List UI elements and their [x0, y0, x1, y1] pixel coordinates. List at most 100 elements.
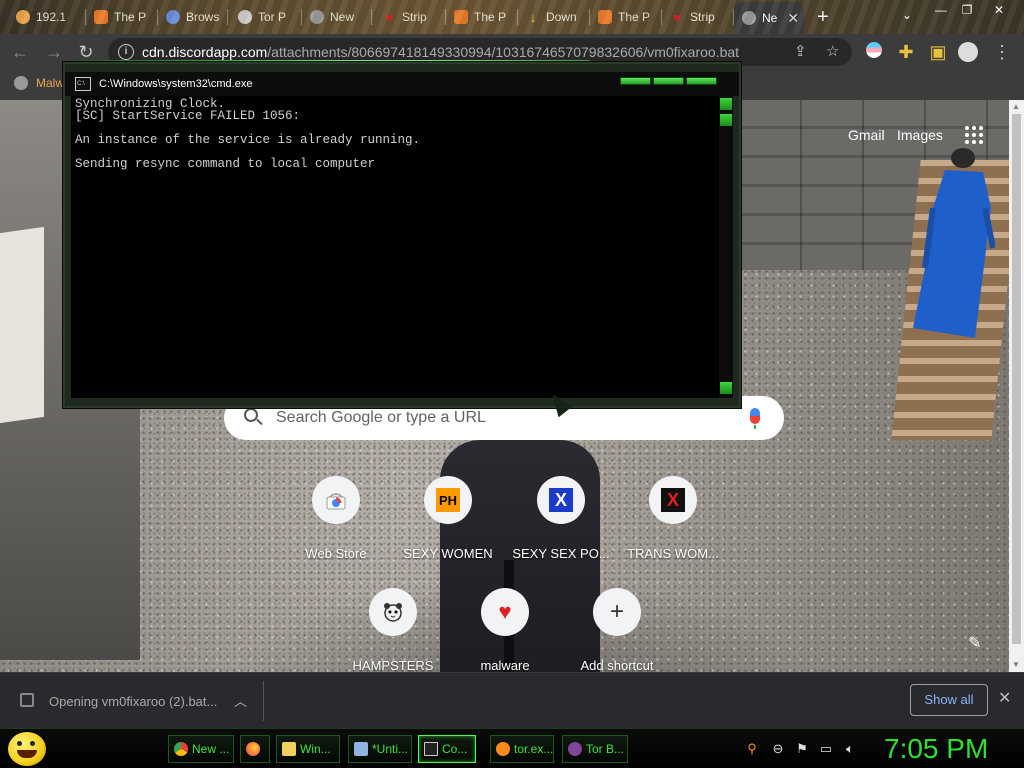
- tray-flag-icon[interactable]: ⚑: [794, 741, 810, 757]
- menu-kebab-icon[interactable]: ⋮: [992, 42, 1012, 62]
- shortcut-trans-wom[interactable]: X TRANS WOM...: [617, 476, 729, 576]
- close-window-icon[interactable]: ✕: [988, 2, 1010, 18]
- shortcut-web-store[interactable]: Web Store: [280, 476, 392, 576]
- tab[interactable]: 192.1: [8, 4, 86, 30]
- forward-arrow-icon[interactable]: →: [44, 42, 64, 62]
- tab[interactable]: The P: [590, 4, 662, 30]
- search-icon: [244, 408, 258, 422]
- minimize-icon[interactable]: —: [930, 2, 952, 18]
- tray-search-icon[interactable]: ⚲: [744, 741, 760, 757]
- tab[interactable]: ↓ Down: [518, 4, 590, 30]
- notepad-icon: [354, 742, 368, 756]
- tab[interactable]: The P: [446, 4, 518, 30]
- x-blue-icon: X: [549, 488, 573, 512]
- close-icon[interactable]: ✕: [998, 688, 1011, 708]
- shortcut-label: TRANS WOM...: [627, 546, 719, 561]
- shortcut-sexy-sex-po[interactable]: X SEXY SEX PO...: [505, 476, 617, 576]
- cmd-console[interactable]: Synchronizing Clock. [SC] StartService FA…: [71, 96, 719, 398]
- extensions-puzzle-icon[interactable]: ✚: [896, 42, 916, 62]
- tray-volume-icon[interactable]: 🔈︎: [842, 741, 858, 757]
- google-apps-icon[interactable]: [965, 126, 983, 144]
- url-text[interactable]: cdn.discordapp.com/attachments/806697418…: [142, 44, 739, 60]
- chevron-up-icon[interactable]: ︿: [234, 691, 247, 710]
- taskbar-button-cmd[interactable]: Co...: [418, 735, 476, 763]
- taskbar-label: Win...: [300, 742, 331, 756]
- cmd-close-button[interactable]: [686, 77, 717, 85]
- scroll-up-icon[interactable]: ▲: [1012, 102, 1020, 111]
- tab[interactable]: New: [302, 4, 372, 30]
- divider: [263, 681, 264, 721]
- shortcut-sexy-women[interactable]: PH SEXY WOMEN: [392, 476, 504, 576]
- tab-label: The P: [474, 10, 507, 24]
- tab-active[interactable]: Ne ✕: [734, 2, 804, 34]
- tab-favicon-icon: [742, 11, 756, 25]
- cmd-maximize-button[interactable]: [653, 77, 684, 85]
- taskbar-button-tor-browser[interactable]: Tor B...: [562, 735, 628, 763]
- search-input[interactable]: Search Google or type a URL: [276, 409, 486, 427]
- cmd-output: Synchronizing Clock. [SC] StartService FA…: [75, 98, 420, 171]
- tab-label: The P: [114, 10, 147, 24]
- cmd-scrollbar[interactable]: [719, 96, 733, 398]
- tray-network-icon[interactable]: ▭: [818, 741, 834, 757]
- background-dress: [913, 148, 995, 338]
- cmd-scroll-thumb[interactable]: [720, 114, 732, 126]
- reload-icon[interactable]: ↻: [76, 42, 96, 62]
- shortcut-label: Add shortcut: [580, 658, 654, 672]
- taskbar-button-chrome[interactable]: New ...: [168, 735, 234, 763]
- shortcut-label: HAMPSTERS: [352, 658, 434, 672]
- microphone-icon[interactable]: [750, 408, 760, 429]
- ph-icon: PH: [436, 488, 460, 512]
- tray-minus-icon[interactable]: ⊖: [770, 741, 786, 757]
- hamster-icon: [381, 600, 405, 624]
- tab[interactable]: Brows: [158, 4, 228, 30]
- cmd-window[interactable]: C:\ C:\Windows\system32\cmd.exe Synchron…: [63, 62, 741, 408]
- tab-favicon-icon: [94, 10, 108, 24]
- sidebar-icon[interactable]: ▣: [928, 42, 948, 62]
- site-info-icon[interactable]: i: [118, 44, 134, 60]
- bookmark-star-icon[interactable]: ☆: [826, 42, 839, 60]
- chrome-icon: [174, 742, 188, 756]
- tab[interactable]: ♥ Strip: [374, 4, 446, 30]
- images-link[interactable]: Images: [897, 127, 943, 143]
- bookmark-item[interactable]: Malw: [14, 76, 64, 90]
- show-all-button[interactable]: Show all: [910, 684, 988, 716]
- globe-icon: [14, 76, 28, 90]
- profile-avatar-icon[interactable]: [958, 42, 978, 62]
- taskbar-label: [264, 742, 267, 756]
- download-item-label[interactable]: Opening vm0fixaroo (2).bat...: [49, 694, 217, 709]
- taskbar-button-explorer[interactable]: Win...: [276, 735, 340, 763]
- share-icon[interactable]: ⇪: [794, 42, 807, 60]
- tab-search-chevron-icon[interactable]: ⌄: [902, 8, 912, 22]
- heart-icon: ♥: [385, 9, 393, 25]
- cmd-minimize-button[interactable]: [620, 77, 651, 85]
- shortcut-label: SEXY SEX PO...: [512, 546, 610, 561]
- cmd-window-icon: C:\: [75, 77, 91, 91]
- tab[interactable]: Tor P: [230, 4, 302, 30]
- restore-icon[interactable]: ❐: [956, 2, 978, 18]
- scroll-thumb[interactable]: [1012, 114, 1021, 644]
- taskbar-button-tor-exe[interactable]: tor.ex...: [490, 735, 554, 763]
- close-tab-icon[interactable]: ✕: [787, 10, 799, 27]
- cmd-title-bar[interactable]: C:\ C:\Windows\system32\cmd.exe: [65, 72, 739, 96]
- taskbar-label: tor.ex...: [514, 742, 554, 756]
- taskbar-button-notepad[interactable]: *Unti...: [348, 735, 412, 763]
- taskbar-clock[interactable]: 7:05 PM: [884, 733, 988, 765]
- download-shelf: Opening vm0fixaroo (2).bat... ︿ Show all…: [0, 672, 1024, 728]
- shortcut-add[interactable]: + Add shortcut: [561, 588, 673, 672]
- back-arrow-icon[interactable]: ←: [10, 42, 30, 62]
- tab[interactable]: The P: [86, 4, 158, 30]
- shortcut-hampsters[interactable]: HAMPSTERS: [337, 588, 449, 672]
- taskbar-button-firefox[interactable]: [240, 735, 270, 763]
- customize-pencil-icon[interactable]: ✎: [968, 633, 981, 653]
- cmd-scroll-down-icon[interactable]: [720, 382, 732, 394]
- start-button[interactable]: [8, 732, 46, 766]
- extension-flag-icon[interactable]: [864, 42, 884, 62]
- shortcut-malware[interactable]: ♥ malware: [449, 588, 561, 672]
- cmd-scroll-up-icon[interactable]: [720, 98, 732, 110]
- new-tab-button[interactable]: +: [817, 6, 829, 29]
- gmail-link[interactable]: Gmail: [848, 127, 885, 143]
- taskbar: New ... Win... *Unti... Co... tor.ex... …: [0, 728, 1024, 768]
- scroll-down-icon[interactable]: ▼: [1012, 660, 1020, 669]
- tab[interactable]: ♥ Strip: [662, 4, 734, 30]
- page-scrollbar[interactable]: ▲ ▼: [1009, 100, 1024, 672]
